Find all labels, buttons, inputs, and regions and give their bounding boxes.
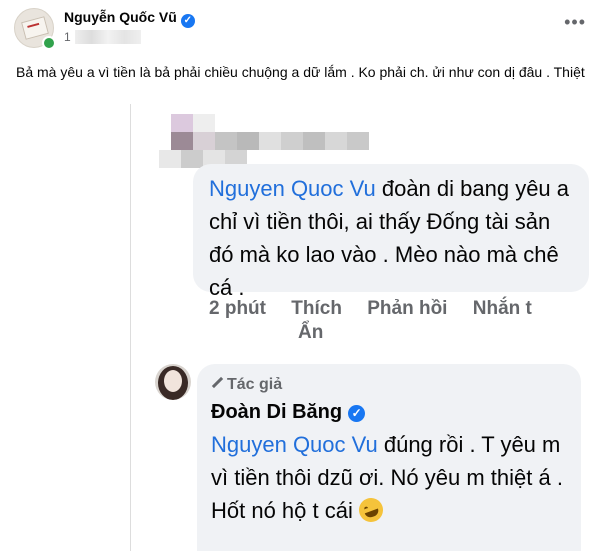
embedded-screenshot: Nguyen Quoc Vu đoàn di bang yêu a chỉ vì…	[130, 104, 595, 551]
reply-button[interactable]: Phản hồi	[367, 298, 447, 319]
pen-icon	[211, 377, 223, 389]
hide-button[interactable]: Ẩn	[298, 320, 323, 345]
like-button[interactable]: Thích	[291, 298, 342, 319]
comment-bubble-1: Nguyen Quoc Vu đoàn di bang yêu a chỉ vì…	[193, 164, 589, 300]
online-status-icon	[42, 36, 56, 50]
comment-2-text: Nguyen Quoc Vu đúng rồi . T yêu m vì tiề…	[211, 428, 571, 527]
comment-time[interactable]: 2 phút	[209, 298, 266, 319]
post-author[interactable]: Nguyễn Quốc Vũ ✓	[64, 9, 195, 28]
verified-icon: ✓	[348, 405, 366, 422]
mention-tag[interactable]: Nguyen Quoc Vu	[209, 176, 376, 201]
comment-bubble-2: Tác giả Đoàn Di Băng ✓ Nguyen Quoc Vu đún…	[197, 364, 581, 551]
post-text: Bả mà yêu a vì tiền là bả phải chiều chu…	[16, 64, 585, 80]
rolling-laughing-emoji-icon	[355, 494, 387, 526]
author-badge: Tác giả	[211, 376, 282, 394]
message-button[interactable]: Nhắn t	[473, 298, 532, 319]
comment-actions: 2 phút Thích Phản hồi Nhắn t Ẩn	[209, 296, 599, 343]
commenter-avatar[interactable]	[155, 364, 191, 400]
post-time[interactable]: 1	[64, 30, 141, 44]
commenter-name[interactable]: Đoàn Di Băng ✓	[211, 401, 366, 424]
blurred-name	[159, 114, 369, 168]
comment-1-text: Nguyen Quoc Vu đoàn di bang yêu a chỉ vì…	[209, 176, 570, 300]
mention-tag[interactable]: Nguyen Quoc Vu	[211, 432, 378, 457]
blurred-time-area	[74, 30, 141, 44]
more-icon[interactable]: •••	[564, 12, 586, 33]
verified-icon: ✓	[180, 14, 195, 28]
